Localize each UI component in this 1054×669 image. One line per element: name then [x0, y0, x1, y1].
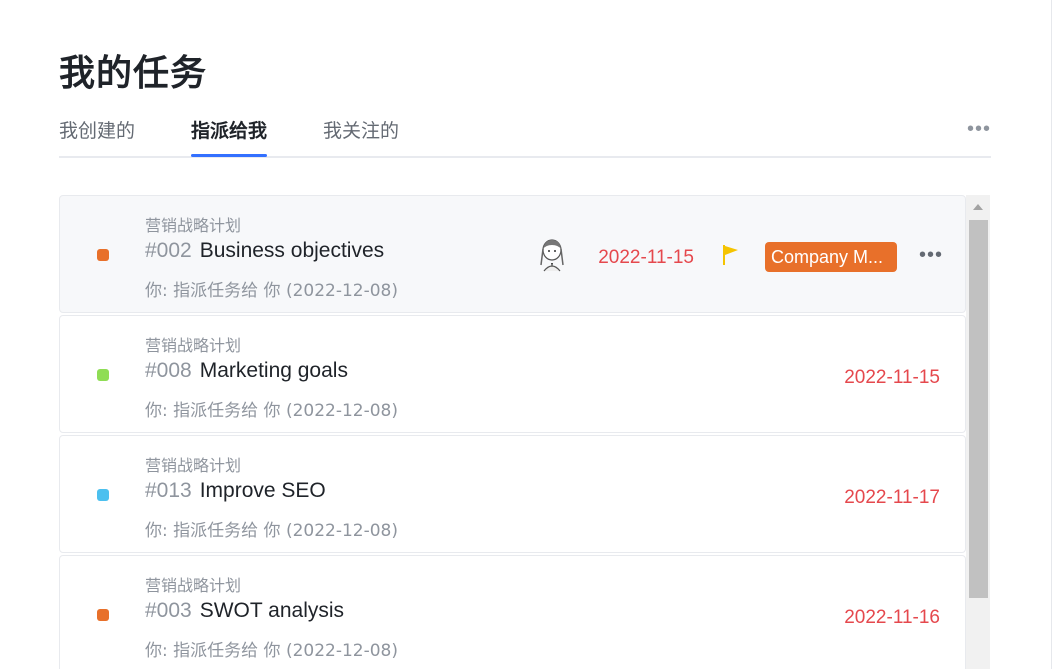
task-assignment: 你: 指派任务给 你 (2022-12-08) [145, 521, 398, 541]
task-name: SWOT analysis [199, 599, 345, 622]
task-name: Business objectives [199, 239, 385, 262]
avatar[interactable] [536, 237, 568, 273]
task-name: Improve SEO [199, 479, 326, 502]
task-assignment: 你: 指派任务给 你 (2022-12-08) [145, 641, 398, 661]
priority-color-dot [97, 249, 109, 261]
table-row[interactable]: 营销战略计划 #002 Business objectives 你: 指派任务给 … [59, 195, 966, 313]
task-assignment: 你: 指派任务给 你 (2022-12-08) [145, 401, 398, 421]
task-list: 营销战略计划 #002 Business objectives 你: 指派任务给 … [59, 195, 966, 669]
task-project: 营销战略计划 [145, 216, 242, 235]
task-number: #003 [145, 599, 192, 622]
row-more-icon[interactable]: ••• [919, 244, 943, 267]
tabs-more-icon[interactable]: ••• [967, 118, 991, 141]
task-number: #002 [145, 239, 192, 262]
table-row[interactable]: 营销战略计划 #008 Marketing goals 你: 指派任务给 你 (2… [59, 315, 966, 433]
scroll-thumb[interactable] [969, 220, 988, 598]
task-due-date: 2022-11-15 [844, 367, 940, 388]
task-title[interactable]: #013 Improve SEO [145, 479, 326, 503]
task-number: #013 [145, 479, 192, 502]
page-title: 我的任务 [59, 53, 208, 94]
priority-color-dot [97, 369, 109, 381]
tab-bar: 我创建的 指派给我 我关注的 ••• [59, 112, 991, 158]
panel-divider [1051, 0, 1052, 669]
tab-assigned-to-me[interactable]: 指派给我 [191, 116, 268, 157]
task-number: #008 [145, 359, 192, 382]
table-row[interactable]: 营销战略计划 #013 Improve SEO 你: 指派任务给 你 (2022-… [59, 435, 966, 553]
task-project: 营销战略计划 [145, 576, 242, 595]
tab-following[interactable]: 我关注的 [323, 116, 399, 143]
task-assignment: 你: 指派任务给 你 (2022-12-08) [145, 281, 398, 301]
scroll-up-arrow-icon[interactable] [966, 195, 990, 219]
tab-created-by-me[interactable]: 我创建的 [59, 116, 135, 143]
task-due-date: 2022-11-16 [844, 607, 940, 628]
flag-icon[interactable] [720, 243, 742, 267]
task-project: 营销战略计划 [145, 456, 242, 475]
task-due-date: 2022-11-17 [844, 487, 940, 508]
priority-color-dot [97, 489, 109, 501]
task-project: 营销战略计划 [145, 336, 242, 355]
task-title[interactable]: #002 Business objectives [145, 239, 384, 263]
priority-color-dot [97, 609, 109, 621]
task-title[interactable]: #008 Marketing goals [145, 359, 348, 383]
my-tasks-page: 我的任务 我创建的 指派给我 我关注的 ••• 营销战略计划 #002 Busin… [0, 0, 1054, 669]
list-scrollbar[interactable] [966, 195, 990, 669]
task-tag[interactable]: Company M... [765, 242, 897, 272]
task-name: Marketing goals [199, 359, 348, 382]
task-due-date: 2022-11-15 [598, 247, 694, 268]
table-row[interactable]: 营销战略计划 #003 SWOT analysis 你: 指派任务给 你 (202… [59, 555, 966, 669]
task-title[interactable]: #003 SWOT analysis [145, 599, 344, 623]
